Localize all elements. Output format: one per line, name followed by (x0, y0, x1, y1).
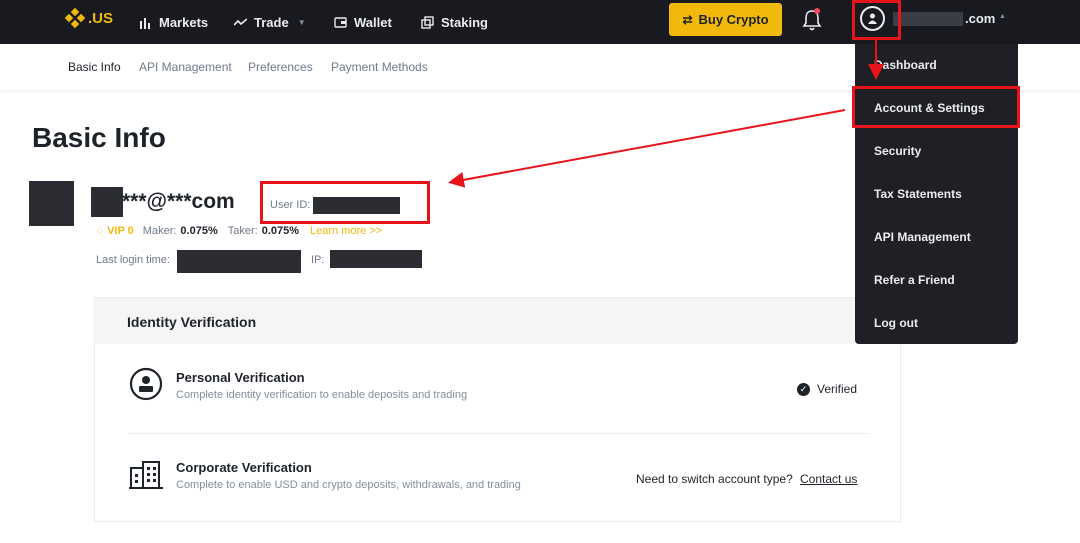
annotation-arrows (448, 40, 884, 188)
annotation-arrow-to-userid (448, 109, 846, 188)
